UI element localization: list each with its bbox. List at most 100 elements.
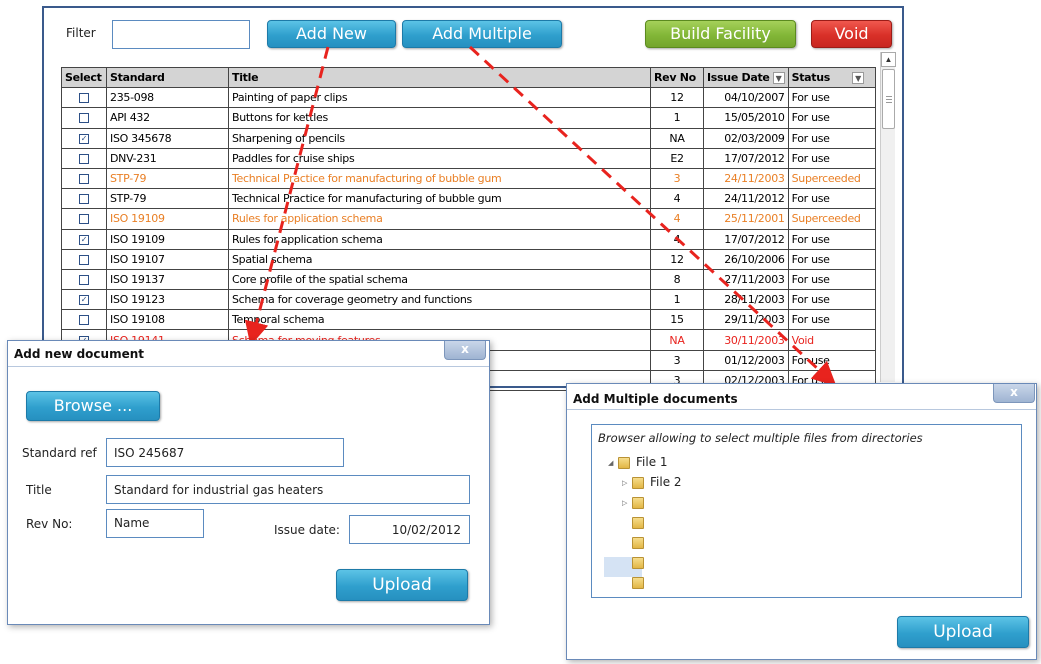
row-checkbox[interactable] bbox=[79, 153, 89, 164]
browser-hint: Browser allowing to select multiple file… bbox=[598, 431, 923, 445]
close-icon[interactable]: x bbox=[444, 341, 486, 360]
file-browser[interactable]: Browser allowing to select multiple file… bbox=[591, 424, 1022, 598]
row-checkbox[interactable]: ✓ bbox=[79, 133, 89, 144]
standard-cell: ISO 19123 bbox=[106, 289, 229, 311]
status-filter-dropdown-icon[interactable]: ▼ bbox=[852, 72, 865, 85]
date-filter-dropdown-icon[interactable]: ▼ bbox=[772, 72, 785, 85]
title-cell: Temporal schema bbox=[228, 309, 651, 331]
header-issue-date[interactable]: Issue Date ▼ bbox=[703, 66, 789, 89]
title-field[interactable]: Standard for industrial gas heaters bbox=[106, 475, 470, 504]
select-cell bbox=[61, 208, 107, 230]
tree-collapse-icon[interactable]: ◢ bbox=[608, 459, 613, 467]
row-checkbox[interactable] bbox=[79, 315, 89, 326]
table-row[interactable]: DNV-231 Paddles for cruise ships E2 17/07/2… bbox=[61, 147, 876, 169]
rev-no-label: Rev No: bbox=[26, 517, 73, 531]
status-cell: For use bbox=[787, 268, 876, 291]
build-facility-button[interactable]: Build Facility bbox=[645, 20, 796, 48]
table-row[interactable]: STP-79 Technical Practice for manufacturi… bbox=[61, 188, 876, 210]
issue-date-cell: 29/11/2003 bbox=[703, 309, 789, 331]
tree-item[interactable] bbox=[592, 573, 792, 593]
row-checkbox[interactable] bbox=[79, 214, 89, 225]
table-row[interactable]: ✓ ISO 19109 Rules for application schema 4 1… bbox=[61, 228, 876, 250]
header-select: Select bbox=[61, 66, 107, 89]
rev-cell: NA bbox=[650, 329, 704, 351]
status-cell: For use bbox=[787, 309, 876, 331]
row-checkbox[interactable] bbox=[79, 113, 89, 124]
folder-icon bbox=[632, 477, 644, 489]
header-issue-date-label: Issue Date bbox=[707, 71, 770, 85]
status-cell: Void bbox=[787, 329, 876, 351]
rev-cell: NA bbox=[650, 127, 704, 149]
void-button[interactable]: Void bbox=[811, 20, 892, 48]
status-cell: For use bbox=[787, 87, 876, 109]
issue-date-field[interactable]: 10/02/2012 bbox=[349, 515, 470, 544]
status-cell: For use bbox=[787, 107, 876, 129]
select-cell bbox=[61, 268, 107, 291]
issue-date-cell: 04/10/2007 bbox=[703, 87, 789, 109]
status-cell: Superceeded bbox=[787, 167, 876, 190]
title-cell: Technical Practice for manufacturing of … bbox=[228, 167, 651, 190]
filter-input[interactable] bbox=[112, 20, 250, 49]
status-cell: For use bbox=[787, 127, 876, 149]
standard-cell: 235-098 bbox=[106, 87, 229, 109]
select-cell bbox=[61, 147, 107, 169]
add-new-button[interactable]: Add New bbox=[267, 20, 396, 48]
standard-ref-field[interactable]: ISO 245687 bbox=[106, 438, 344, 467]
rev-cell: 1 bbox=[650, 289, 704, 311]
issue-date-cell: 25/11/2001 bbox=[703, 208, 789, 230]
table-row[interactable]: ISO 19108 Temporal schema 15 29/11/2003 For … bbox=[61, 309, 876, 331]
tree-item[interactable]: ▷ bbox=[592, 493, 792, 513]
rev-cell: 12 bbox=[650, 87, 704, 109]
table-row[interactable]: STP-79 Technical Practice for manufacturi… bbox=[61, 167, 876, 190]
dialog-title: Add new document bbox=[14, 347, 145, 361]
status-cell: For use bbox=[787, 228, 876, 250]
header-status[interactable]: Status ▼ bbox=[787, 66, 876, 89]
rev-cell: 8 bbox=[650, 268, 704, 291]
close-icon[interactable]: x bbox=[993, 384, 1035, 403]
table-row[interactable]: ISO 19107 Spatial schema 12 26/10/2006 For u… bbox=[61, 248, 876, 270]
row-checkbox[interactable] bbox=[79, 194, 89, 205]
issue-date-cell: 01/12/2003 bbox=[703, 349, 789, 371]
scroll-up-arrow-icon[interactable]: ▲ bbox=[881, 52, 896, 67]
table-row[interactable]: ISO 19109 Rules for application schema 4 25… bbox=[61, 208, 876, 230]
row-checkbox[interactable]: ✓ bbox=[79, 234, 89, 245]
select-cell bbox=[61, 248, 107, 270]
table-row[interactable]: API 432 Buttons for kettles 1 15/05/2010 For… bbox=[61, 107, 876, 129]
row-checkbox[interactable] bbox=[79, 93, 89, 104]
tree-expand-icon[interactable]: ▷ bbox=[622, 499, 627, 507]
issue-date-cell: 26/10/2006 bbox=[703, 248, 789, 270]
upload-multiple-button[interactable]: Upload bbox=[897, 616, 1029, 648]
tree-item[interactable] bbox=[592, 533, 792, 553]
tree-item[interactable]: ▷ File 2 bbox=[592, 473, 792, 493]
title-cell: Paddles for cruise ships bbox=[228, 147, 651, 169]
upload-button[interactable]: Upload bbox=[336, 569, 468, 601]
table-row[interactable]: 235-098 Painting of paper clips 12 04/10/20… bbox=[61, 87, 876, 109]
status-cell: For use bbox=[787, 188, 876, 210]
select-cell: ✓ bbox=[61, 289, 107, 311]
select-cell bbox=[61, 87, 107, 109]
row-checkbox[interactable]: ✓ bbox=[79, 295, 89, 306]
table-scrollbar[interactable]: ▲ bbox=[880, 52, 896, 382]
table-row[interactable]: ✓ ISO 19123 Schema for coverage geometry a… bbox=[61, 289, 876, 311]
title-label: Title bbox=[26, 483, 52, 497]
filter-label: Filter bbox=[66, 26, 96, 40]
browse-button[interactable]: Browse ... bbox=[26, 391, 160, 421]
tree-expand-icon[interactable]: ▷ bbox=[622, 479, 627, 487]
select-cell bbox=[61, 188, 107, 210]
add-multiple-button[interactable]: Add Multiple bbox=[402, 20, 562, 48]
tree-item[interactable]: ◢ File 1 bbox=[592, 453, 792, 473]
select-cell bbox=[61, 107, 107, 129]
rev-no-field[interactable]: Name bbox=[106, 509, 204, 538]
rev-cell: 4 bbox=[650, 188, 704, 210]
table-row[interactable]: ✓ ISO 345678 Sharpening of pencils NA 02/03/… bbox=[61, 127, 876, 149]
row-checkbox[interactable] bbox=[79, 254, 89, 265]
tree-item[interactable] bbox=[592, 553, 792, 573]
scroll-thumb[interactable] bbox=[882, 69, 895, 129]
row-checkbox[interactable] bbox=[79, 274, 89, 285]
table-row[interactable]: ISO 19137 Core profile of the spatial sch… bbox=[61, 268, 876, 291]
folder-icon bbox=[632, 497, 644, 509]
issue-date-cell: 27/11/2003 bbox=[703, 268, 789, 291]
row-checkbox[interactable] bbox=[79, 174, 89, 185]
tree-item[interactable] bbox=[592, 513, 792, 533]
status-cell: For use bbox=[787, 349, 876, 371]
